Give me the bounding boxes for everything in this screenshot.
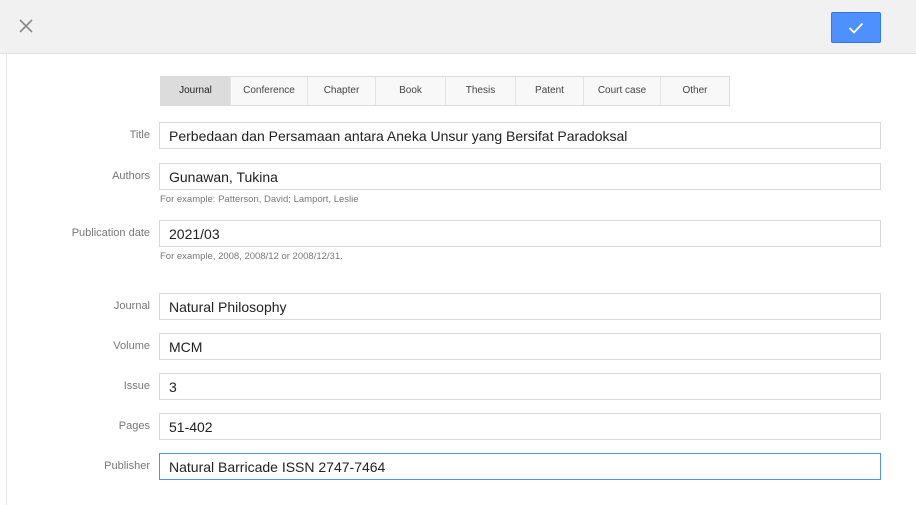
journal-field[interactable] bbox=[159, 293, 881, 320]
checkmark-icon bbox=[848, 22, 864, 34]
tab-chapter[interactable]: Chapter bbox=[308, 77, 376, 105]
tab-court-case[interactable]: Court case bbox=[584, 77, 661, 105]
tab-thesis[interactable]: Thesis bbox=[446, 77, 516, 105]
divider bbox=[6, 53, 7, 505]
publication-date-field[interactable] bbox=[159, 220, 881, 247]
dialog-header bbox=[0, 0, 916, 54]
publication-type-tabs: Journal Conference Chapter Book Thesis P… bbox=[160, 76, 730, 106]
tab-other[interactable]: Other bbox=[661, 77, 729, 105]
volume-field[interactable] bbox=[159, 333, 881, 360]
close-icon bbox=[19, 19, 33, 33]
journal-label: Journal bbox=[113, 300, 150, 312]
close-button[interactable] bbox=[14, 14, 38, 38]
authors-hint: For example: Patterson, David; Lamport, … bbox=[160, 194, 359, 205]
pages-label: Pages bbox=[118, 420, 150, 432]
tab-journal[interactable]: Journal bbox=[161, 77, 231, 105]
tab-patent[interactable]: Patent bbox=[516, 77, 584, 105]
volume-label: Volume bbox=[113, 340, 150, 352]
publisher-field[interactable] bbox=[159, 453, 881, 480]
authors-field[interactable] bbox=[159, 163, 881, 190]
publication-date-label: Publication date bbox=[71, 227, 150, 239]
publisher-label: Publisher bbox=[104, 460, 150, 472]
authors-label: Authors bbox=[112, 170, 150, 182]
issue-label: Issue bbox=[123, 380, 150, 392]
title-field[interactable] bbox=[159, 122, 881, 149]
tab-book[interactable]: Book bbox=[376, 77, 446, 105]
publication-date-hint: For example, 2008, 2008/12 or 2008/12/31… bbox=[160, 251, 343, 262]
issue-field[interactable] bbox=[159, 373, 881, 400]
tab-conference[interactable]: Conference bbox=[231, 77, 308, 105]
title-label: Title bbox=[129, 129, 150, 141]
pages-field[interactable] bbox=[159, 413, 881, 440]
save-button[interactable] bbox=[831, 12, 881, 43]
